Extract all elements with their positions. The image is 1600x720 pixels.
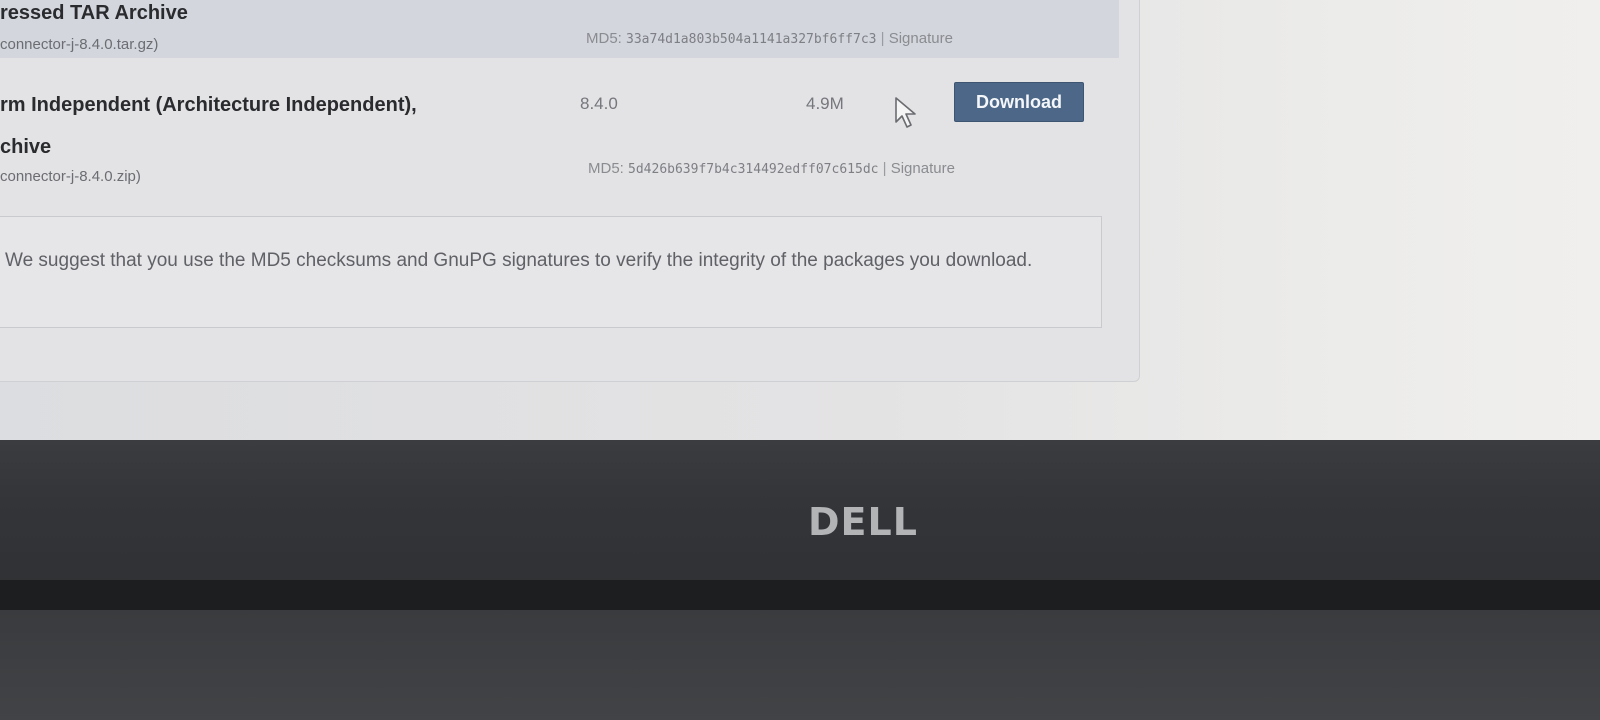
verification-note-box: We suggest that you use the MD5 checksum… (0, 216, 1102, 328)
mouse-pointer-icon (895, 97, 916, 128)
dell-logo: DELL (808, 500, 918, 544)
download-button[interactable]: Download (954, 82, 1084, 122)
download-title-zip: rm Independent (Architecture Independent… (0, 94, 417, 116)
separator: | (882, 160, 887, 177)
laptop-screen: ressed TAR Archive connector-j-8.4.0.tar… (0, 0, 1600, 450)
md5-line-tar: MD5: 33a74d1a803b504a1141a327bf6ff7c3 | … (586, 30, 953, 47)
md5-hash-zip: 5d426b639f7b4c314492edff07c615dc (628, 162, 879, 177)
size-value: 4.9M (806, 94, 844, 113)
download-filename-zip: connector-j-8.4.0.zip) (0, 168, 141, 185)
verification-note-text: We suggest that you use the MD5 checksum… (5, 250, 1033, 271)
md5-line-zip: MD5: 5d426b639f7b4c314492edff07c615dc | … (588, 160, 955, 177)
laptop-base (0, 610, 1600, 720)
md5-label: MD5: (588, 160, 624, 177)
download-title-zip-line2: chive (0, 136, 52, 158)
download-filename-tar: connector-j-8.4.0.tar.gz) (0, 36, 159, 53)
signature-link-tar[interactable]: Signature (889, 30, 953, 47)
separator: | (880, 30, 885, 47)
md5-label: MD5: (586, 30, 622, 47)
signature-link-zip[interactable]: Signature (891, 160, 955, 177)
laptop-bezel (0, 440, 1600, 590)
md5-hash-tar: 33a74d1a803b504a1141a327bf6ff7c3 (626, 32, 877, 47)
bezel-edge (0, 580, 1600, 610)
download-title-tar: ressed TAR Archive (0, 2, 188, 24)
version-value: 8.4.0 (580, 94, 618, 113)
